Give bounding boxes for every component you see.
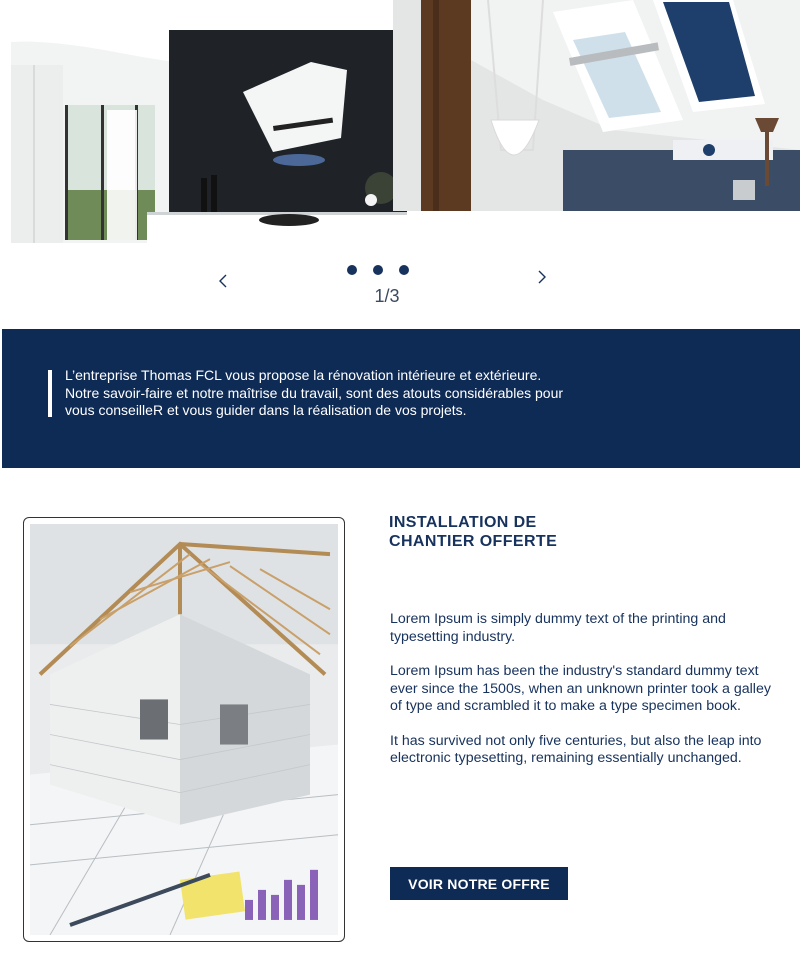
slider-dots — [347, 265, 409, 275]
slider-next-button[interactable] — [531, 266, 553, 288]
offer-title-line-1: INSTALLATION DE — [389, 514, 537, 531]
quote-bar — [48, 370, 52, 417]
intro-line-3: vous conseilleR et vous guider dans la r… — [65, 402, 467, 418]
slide-image-bedroom — [393, 0, 800, 211]
intro-text: L’entreprise Thomas FCL vous propose la … — [65, 367, 665, 420]
offer-title: INSTALLATION DE CHANTIER OFFERTE — [389, 513, 689, 551]
offer-paragraph-1: Lorem Ipsum is simply dummy text of the … — [390, 611, 726, 645]
view-offer-button[interactable]: VOIR NOTRE OFFRE — [390, 867, 568, 900]
slider-dot-3[interactable] — [399, 265, 409, 275]
slider-dot-2[interactable] — [373, 265, 383, 275]
slider-dot-1[interactable] — [347, 265, 357, 275]
slider-prev-button[interactable] — [212, 270, 234, 292]
offer-title-line-2: CHANTIER OFFERTE — [389, 533, 558, 550]
intro-line-2: Notre savoir-faire et notre maîtrise du … — [65, 384, 564, 401]
intro-line-1: L’entreprise Thomas FCL vous propose la … — [65, 367, 542, 383]
offer-image-house-construction — [23, 517, 345, 942]
offer-paragraph-3: It has survived not only five centuries,… — [390, 732, 762, 767]
chevron-right-icon — [538, 270, 546, 284]
slide-image-kitchen — [11, 30, 407, 243]
image-slider: 1/3 — [0, 0, 800, 320]
chevron-left-icon — [219, 274, 227, 288]
intro-band: L’entreprise Thomas FCL vous propose la … — [2, 329, 800, 468]
offer-description: Lorem Ipsum is simply dummy text of the … — [390, 611, 780, 785]
offer-paragraph-2: Lorem Ipsum has been the industry's stan… — [390, 663, 771, 714]
slide-counter: 1/3 — [374, 286, 400, 306]
